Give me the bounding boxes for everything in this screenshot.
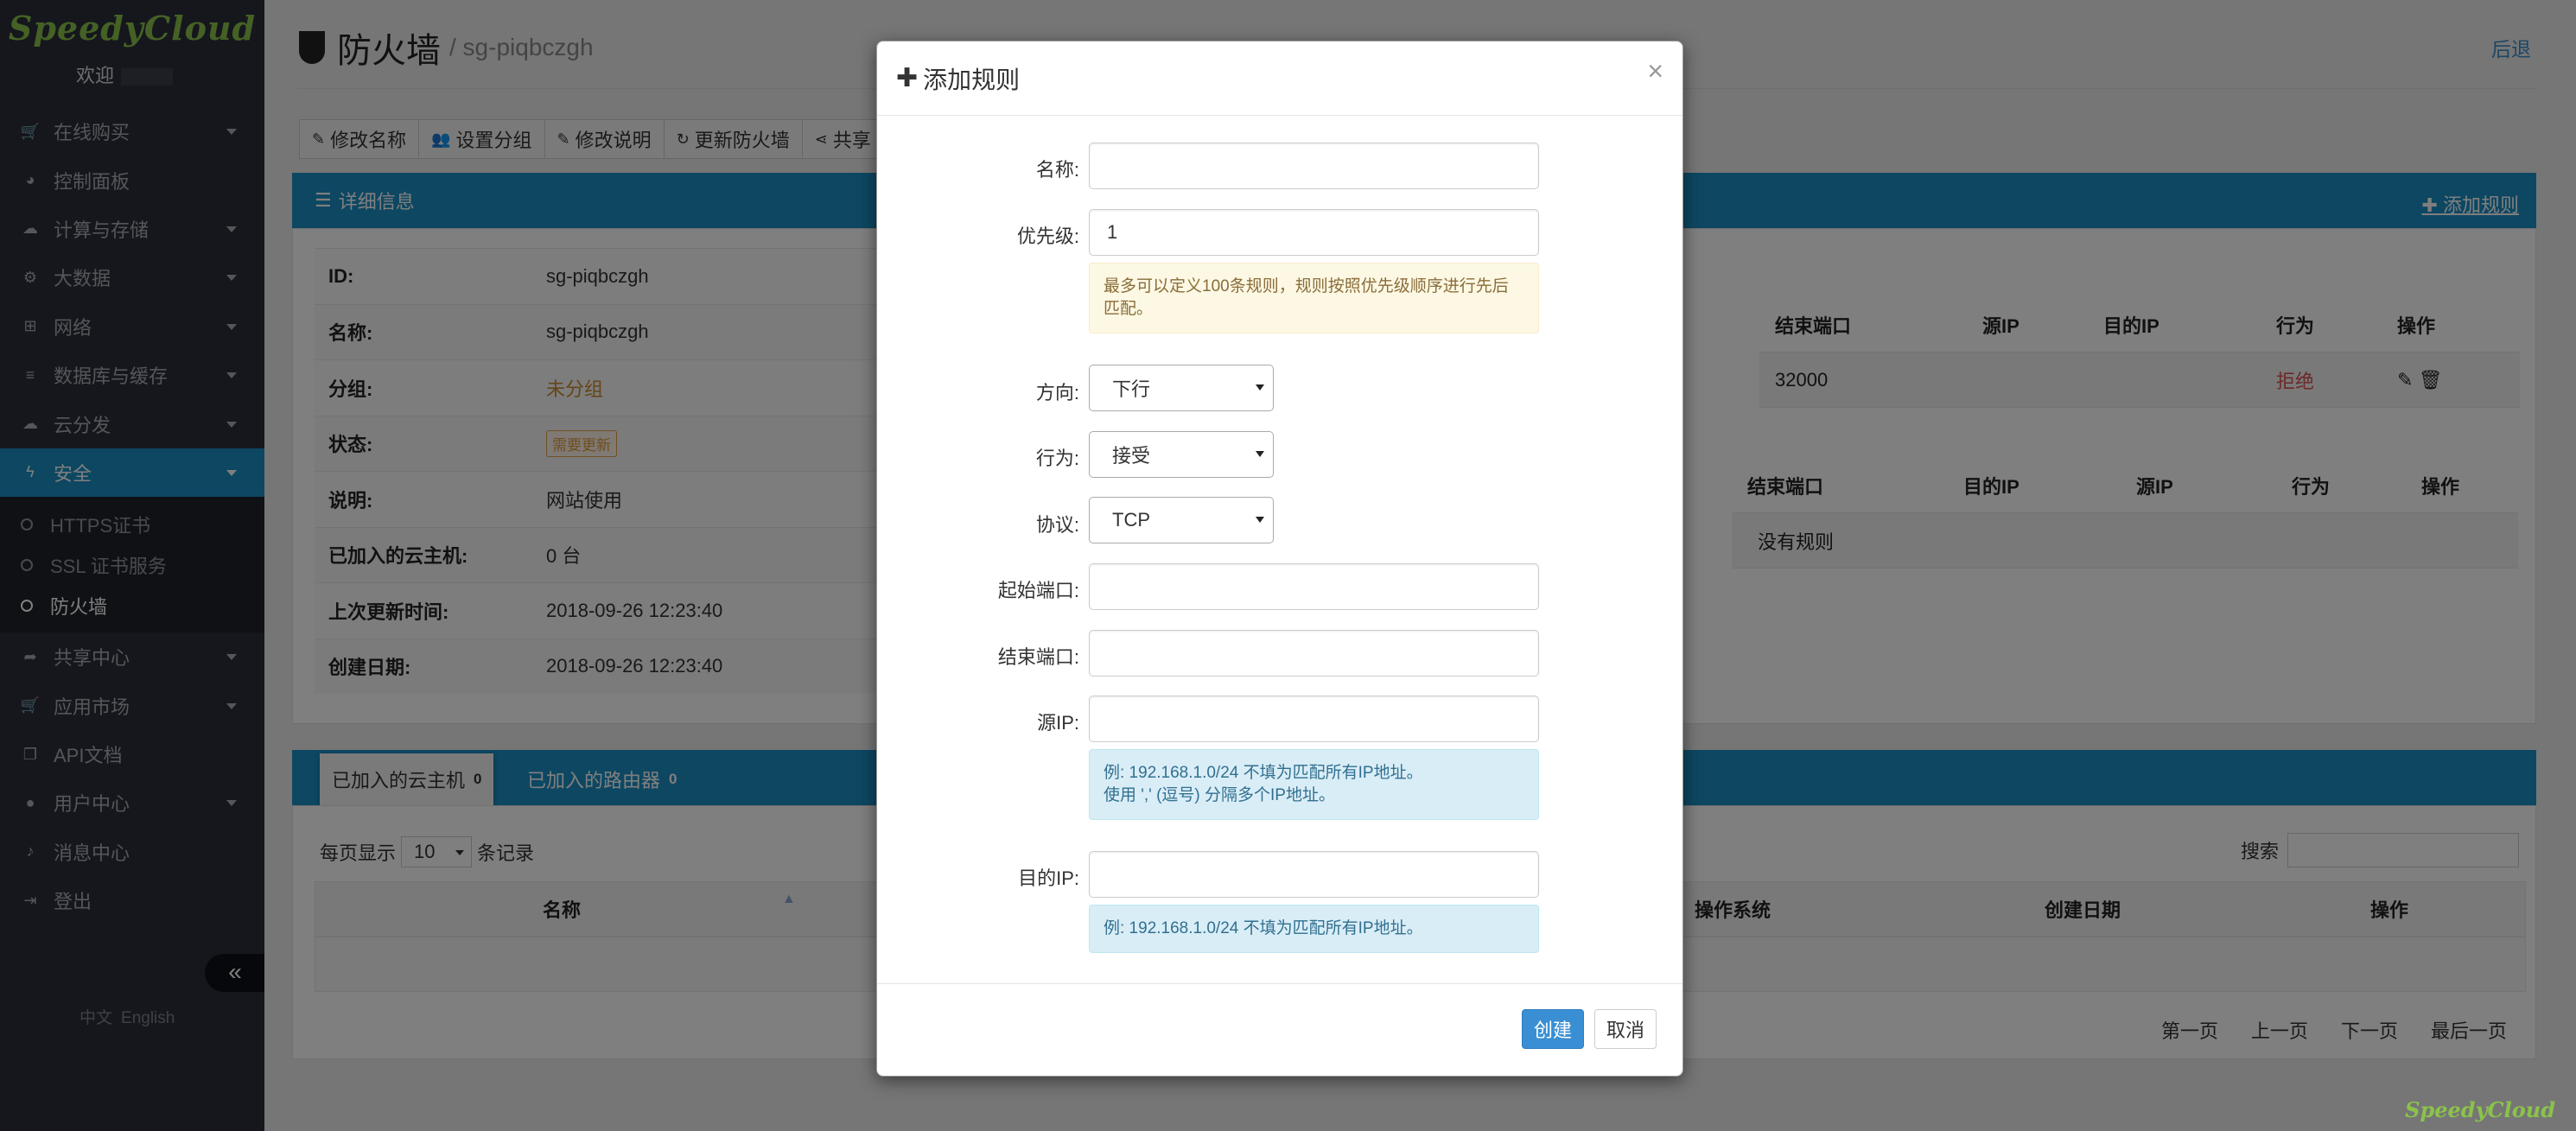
dst-ip-hint: 例: 192.168.1.0/24 不填为匹配所有IP地址。 <box>1089 905 1539 953</box>
modal-footer <box>877 983 1682 984</box>
modal-title: 添加规则 <box>923 66 1021 93</box>
modal-header: ✚ 添加规则 <box>877 41 1682 116</box>
caret-down-icon <box>1256 451 1264 457</box>
direction-select[interactable]: 下行 <box>1089 365 1274 411</box>
plus-icon: ✚ <box>896 64 919 92</box>
priority-hint: 最多可以定义100条规则，规则按照优先级顺序进行先后匹配。 <box>1089 263 1539 334</box>
protocol-label: 协议: <box>1035 514 1079 536</box>
direction-label: 方向: <box>1035 382 1079 403</box>
create-button[interactable]: 创建 <box>1522 1009 1584 1049</box>
caret-down-icon <box>1256 384 1264 391</box>
corner-logo: SpeedyCloud <box>2405 1097 2555 1122</box>
action-select[interactable]: 接受 <box>1089 431 1274 478</box>
name-input[interactable] <box>1089 143 1539 189</box>
action-label: 行为: <box>1035 448 1079 469</box>
end-port-input[interactable] <box>1089 630 1539 677</box>
add-rule-modal: ✚ 添加规则 × 名称: 优先级: 1 最多可以定义100条规则，规则按照优先级顺… <box>876 41 1683 1077</box>
dst-ip-label: 目的IP: <box>1018 867 1079 889</box>
end-port-label: 结束端口: <box>997 646 1079 668</box>
priority-input[interactable]: 1 <box>1089 209 1539 256</box>
src-ip-input[interactable] <box>1089 696 1539 742</box>
start-port-input[interactable] <box>1089 563 1539 610</box>
caret-down-icon <box>1256 517 1264 523</box>
start-port-label: 起始端口: <box>997 580 1079 601</box>
close-button[interactable]: × <box>1647 55 1663 87</box>
cancel-button[interactable]: 取消 <box>1594 1009 1657 1049</box>
protocol-select[interactable]: TCP <box>1089 497 1274 543</box>
name-label: 名称: <box>1035 159 1079 181</box>
src-ip-hint: 例: 192.168.1.0/24 不填为匹配所有IP地址。 使用 ',' (逗号… <box>1089 749 1539 820</box>
priority-label: 优先级: <box>1016 226 1079 247</box>
src-ip-label: 源IP: <box>1037 712 1079 734</box>
dst-ip-input[interactable] <box>1089 851 1539 898</box>
